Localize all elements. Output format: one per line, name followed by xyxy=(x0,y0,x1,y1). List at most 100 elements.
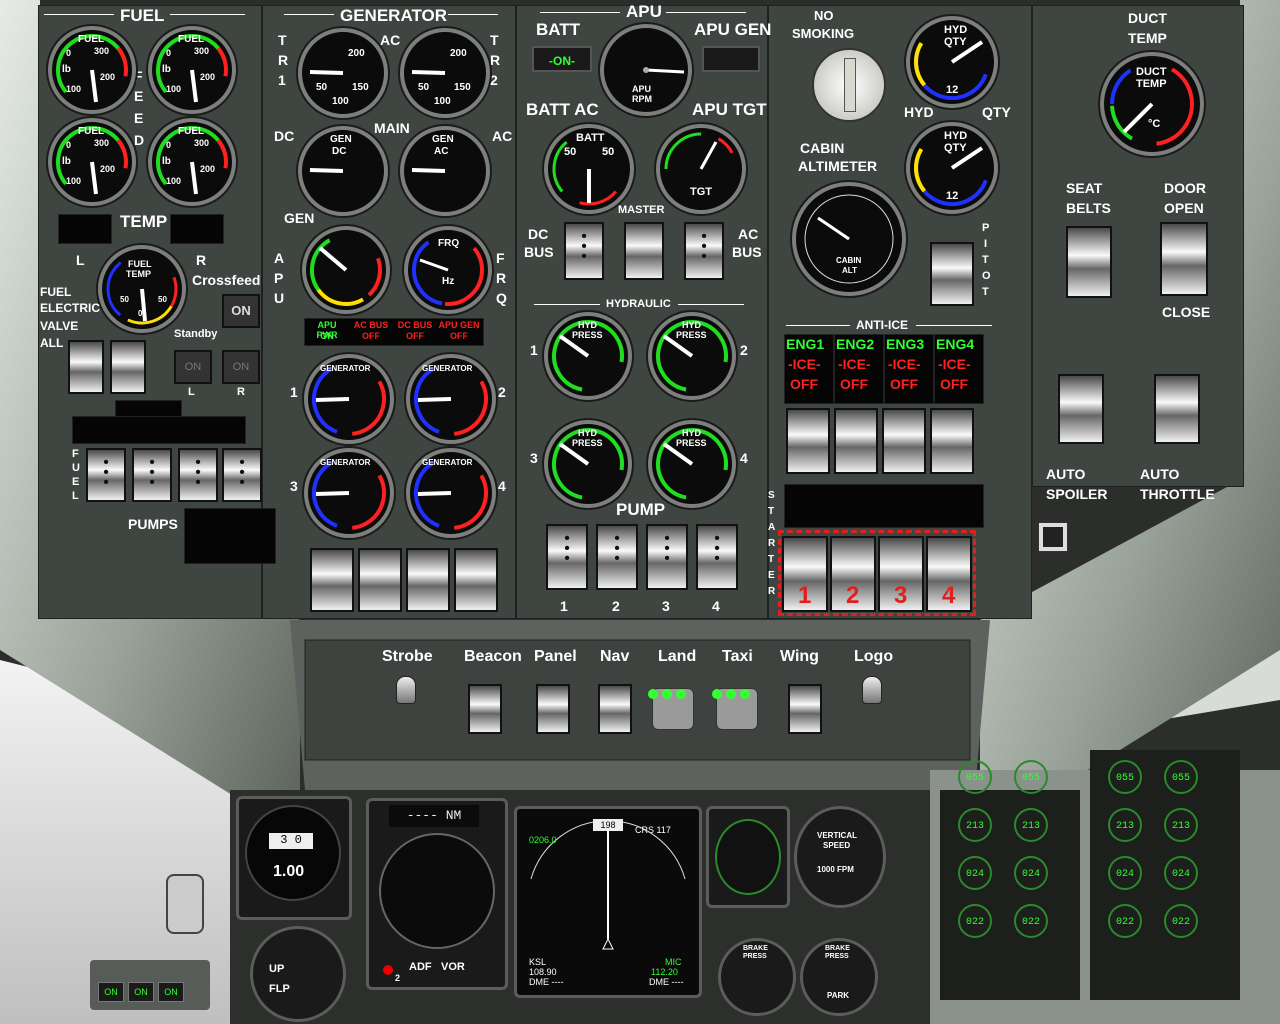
anti-ice-off-label: OFF xyxy=(940,376,968,392)
anti-ice-switch[interactable] xyxy=(930,408,974,474)
anti-ice-off-label: OFF xyxy=(790,376,818,392)
gauge-title: FUEL xyxy=(178,34,205,45)
generator-switch[interactable] xyxy=(406,548,450,612)
fuel-vert-letter: E xyxy=(72,476,80,488)
tick-label: 100 xyxy=(66,84,82,94)
beacon-switch[interactable] xyxy=(468,684,502,734)
starter-letter: S xyxy=(768,490,775,501)
apu-vert-letter: P xyxy=(274,270,284,286)
wing-switch[interactable] xyxy=(788,684,822,734)
engine-readout-gauge: 024 xyxy=(958,856,992,890)
divider xyxy=(678,304,744,305)
anti-ice-switch[interactable] xyxy=(786,408,830,474)
gauge-title: FUEL xyxy=(78,34,105,45)
fuel-pump-switch[interactable]: • • • xyxy=(178,448,218,502)
tick-label: 200 xyxy=(100,72,116,82)
anti-ice-switch[interactable] xyxy=(834,408,878,474)
tick-label: 100 xyxy=(66,176,82,186)
ac-bus-label: BUS xyxy=(732,244,762,260)
batt-on-button[interactable]: -ON- xyxy=(532,46,592,72)
display-black xyxy=(784,484,984,528)
standby-l-button[interactable]: ON xyxy=(174,350,212,384)
generator-gauge: GEN AC xyxy=(400,126,490,216)
generator-gauge: GEN DC xyxy=(298,126,388,216)
starter-letter: E xyxy=(768,570,775,581)
gear-lever[interactable] xyxy=(166,874,204,934)
auto-spoiler-switch[interactable] xyxy=(1058,374,1104,444)
nav-switch[interactable] xyxy=(598,684,632,734)
apu-gen-button[interactable] xyxy=(702,46,760,72)
ac-bus-label: AC xyxy=(738,226,759,242)
crossfeed-button[interactable]: ON xyxy=(222,294,260,328)
flaps-flp-label: FLP xyxy=(269,983,290,995)
tick-label: 50 xyxy=(564,146,577,158)
auto-throttle-label: THROTTLE xyxy=(1140,486,1215,502)
gauge-title: GENERATOR xyxy=(422,458,473,467)
pump-num: 3 xyxy=(662,598,670,614)
tick-label: 300 xyxy=(94,138,110,148)
pitot-switch[interactable] xyxy=(930,242,974,306)
divider xyxy=(666,12,746,13)
starter-button[interactable]: 3 xyxy=(878,536,924,612)
fuel-pump-switch[interactable]: • • • xyxy=(222,448,262,502)
tick-label: 50 xyxy=(316,82,328,93)
generator-switch[interactable] xyxy=(310,548,354,612)
gen-status-label: DC BUS xyxy=(397,320,433,330)
on-button[interactable]: ON xyxy=(98,982,124,1002)
tr2-letter: 2 xyxy=(490,72,498,88)
dc-bus-label: DC xyxy=(528,226,549,242)
tick-label: 50 xyxy=(158,295,167,304)
frq-gauge: FRQ Hz xyxy=(404,226,492,314)
panel-switch[interactable] xyxy=(536,684,570,734)
hyd-pump-switch[interactable]: • • • xyxy=(696,524,738,590)
seat-belts-switch[interactable] xyxy=(1066,226,1112,298)
altimeter-value: 1.00 xyxy=(273,863,305,880)
frq-vert-letter: R xyxy=(496,270,507,286)
fuel-pump-switch[interactable]: • • • xyxy=(86,448,126,502)
anti-ice-switch[interactable] xyxy=(882,408,926,474)
tick-label: 12 xyxy=(946,84,959,96)
electric-valve-switch[interactable] xyxy=(68,340,104,394)
starter-button[interactable]: 2 xyxy=(830,536,876,612)
door-switch[interactable] xyxy=(1160,222,1208,296)
temp-l-label: L xyxy=(76,252,85,268)
park-label: PARK xyxy=(827,991,850,1000)
hyd-pump-switch[interactable]: • • • xyxy=(646,524,688,590)
strobe-toggle[interactable] xyxy=(396,676,416,704)
generator-switch[interactable] xyxy=(454,548,498,612)
no-smoking-knob[interactable] xyxy=(812,48,886,122)
anti-ice-eng-label: ENG1 xyxy=(786,336,825,352)
fuel-pump-switch[interactable]: • • • xyxy=(132,448,172,502)
duct-temp-label: TEMP xyxy=(1128,30,1167,46)
nm-display: ---- NM xyxy=(389,805,479,827)
tick-label: 200 xyxy=(200,72,216,82)
starter-button[interactable]: 4 xyxy=(926,536,972,612)
duct-temp-gauge: DUCT TEMP °C xyxy=(1100,52,1204,156)
logo-toggle[interactable] xyxy=(862,676,882,704)
gauge-unit: lb xyxy=(162,156,171,167)
generator-switch[interactable] xyxy=(358,548,402,612)
starter-button[interactable]: 1 xyxy=(782,536,828,612)
gen-apu-label: GEN xyxy=(284,210,315,226)
hyd-press-gauge: HYD PRESS xyxy=(544,420,632,508)
hyd-pump-switch[interactable]: • • • xyxy=(546,524,588,590)
master-switch[interactable] xyxy=(624,222,664,280)
brake-press-gauge-left: BRAKE PRESS xyxy=(718,938,796,1016)
on-button[interactable]: ON xyxy=(158,982,184,1002)
hsi-ksl: KSL xyxy=(529,957,547,967)
vs-label: VERTICAL xyxy=(817,831,857,840)
dc-bus-switch[interactable]: • • • xyxy=(564,222,604,280)
standby-r-button[interactable]: ON xyxy=(222,350,260,384)
electric-valve-switch[interactable] xyxy=(110,340,146,394)
lights-label: Nav xyxy=(600,648,630,665)
hyd-pump-switch[interactable]: • • • xyxy=(596,524,638,590)
auto-throttle-switch[interactable] xyxy=(1154,374,1200,444)
anti-ice-off-label: OFF xyxy=(890,376,918,392)
tick-label: 200 xyxy=(200,164,216,174)
engine-readout-gauge: 022 xyxy=(958,904,992,938)
ac-bus-switch[interactable]: • • • xyxy=(684,222,724,280)
lights-label: Strobe xyxy=(382,648,433,665)
brake-press-gauge-right: BRAKE PRESS PARK xyxy=(800,938,878,1016)
on-button[interactable]: ON xyxy=(128,982,154,1002)
vs-label: SPEED xyxy=(823,841,851,850)
